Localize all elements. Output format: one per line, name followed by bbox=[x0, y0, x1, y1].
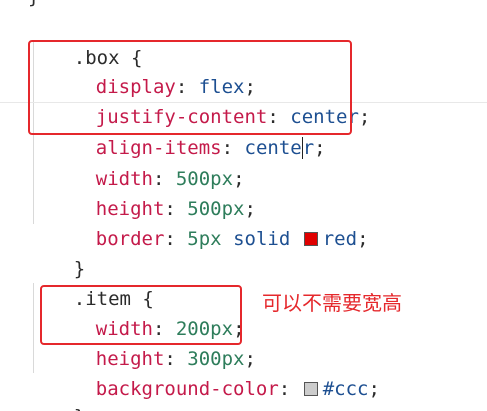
cut-off-brace-top: } bbox=[28, 0, 39, 8]
code-line-item-selector: .item { bbox=[28, 254, 154, 310]
code-line-height: height: 500px; bbox=[95, 198, 256, 220]
highlight-box-flex-centering bbox=[28, 40, 352, 135]
code-editor[interactable]: } .box { display: flex; justify-content:… bbox=[0, 0, 487, 411]
align-value-part1: cente bbox=[244, 137, 302, 159]
code-line-background: background-color: #ccc; bbox=[95, 378, 380, 400]
code-line-width: width: 500px; bbox=[95, 168, 245, 190]
cut-off-text-bottom: . bbox=[30, 400, 42, 411]
border-width-value: 5px bbox=[187, 228, 222, 250]
code-line-box-close: } bbox=[28, 224, 85, 280]
color-swatch-red-icon[interactable] bbox=[303, 232, 318, 246]
code-line-box-selector: .box { bbox=[28, 13, 143, 69]
highlight-box-item-size bbox=[40, 285, 242, 345]
annotation-note: 可以不需要宽高 bbox=[262, 291, 402, 315]
background-property: background-color bbox=[95, 378, 279, 400]
border-color-value: red bbox=[322, 228, 358, 250]
item-close-brace: } bbox=[74, 406, 85, 411]
border-property: border bbox=[95, 228, 165, 250]
code-line-border: border: 5px solid red; bbox=[95, 228, 369, 250]
border-style-value: solid bbox=[233, 228, 291, 250]
align-value-part2: r bbox=[302, 137, 315, 159]
code-line-item-close: } bbox=[28, 372, 85, 411]
background-value: #ccc bbox=[322, 378, 369, 400]
color-swatch-grey-icon[interactable] bbox=[303, 382, 318, 396]
